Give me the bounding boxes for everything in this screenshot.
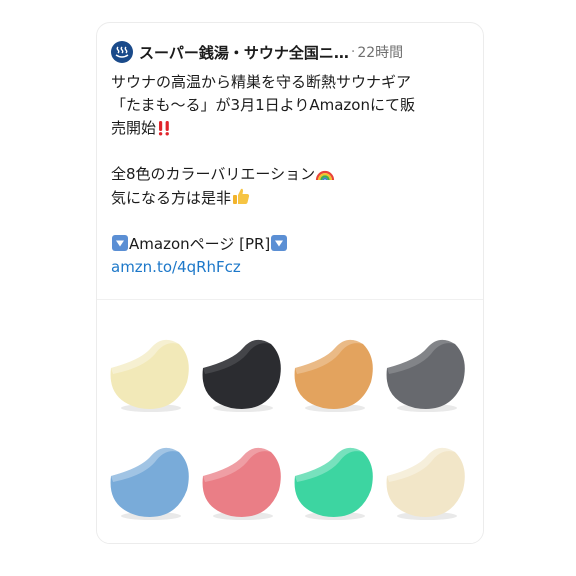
text-fragment: 気になる方は是非 (111, 189, 232, 207)
thumbs-up-icon (233, 188, 250, 204)
text-line: 気になる方は是非 (111, 186, 473, 210)
separator-dot: · (350, 44, 356, 60)
text-line: サウナの高温から精巣を守る断熱サウナギア (111, 73, 412, 91)
text-fragment: 売開始 (111, 119, 157, 137)
product-cup-4 (386, 339, 465, 412)
product-image[interactable] (97, 299, 483, 543)
text-line: 売開始 (111, 117, 473, 140)
text-line: 「たまも〜る」が3月1日よりAmazonにて販 (111, 96, 415, 114)
down-arrow-button-icon (271, 235, 288, 251)
product-cup-3 (294, 339, 373, 412)
product-cup-2 (202, 339, 281, 412)
amazon-link[interactable]: amzn.to/4qRhFcz (111, 256, 473, 279)
tweet-card[interactable]: スーパー銭湯・サウナ全国ニ… · 22時間 サウナの高温から精巣を守る断熱サウナ… (96, 22, 484, 544)
text-fragment: Amazonページ [PR] (129, 235, 271, 253)
account-name[interactable]: スーパー銭湯・サウナ全国ニ… (139, 42, 349, 63)
hot-springs-icon (115, 46, 129, 58)
double-exclamation-icon (158, 121, 169, 136)
product-cup-7 (294, 447, 373, 520)
post-time[interactable]: 22時間 (357, 42, 403, 62)
product-cup-1 (110, 339, 189, 412)
rainbow-icon (316, 170, 335, 181)
avatar[interactable] (111, 41, 133, 63)
tweet-header: スーパー銭湯・サウナ全国ニ… · 22時間 (111, 39, 471, 65)
text-line: 全8色のカラーバリエーション (111, 163, 473, 186)
product-cup-5 (110, 447, 189, 520)
text-fragment: 全8色のカラーバリエーション (111, 165, 316, 183)
page: スーパー銭湯・サウナ全国ニ… · 22時間 サウナの高温から精巣を守る断熱サウナ… (0, 0, 576, 576)
product-cup-6 (202, 447, 281, 520)
product-cup-8 (386, 447, 465, 520)
tweet-text: サウナの高温から精巣を守る断熱サウナギア 「たまも〜る」が3月1日よりAmazo… (111, 71, 473, 279)
down-arrow-button-icon (112, 235, 128, 251)
text-line: Amazonページ [PR] (111, 233, 473, 256)
